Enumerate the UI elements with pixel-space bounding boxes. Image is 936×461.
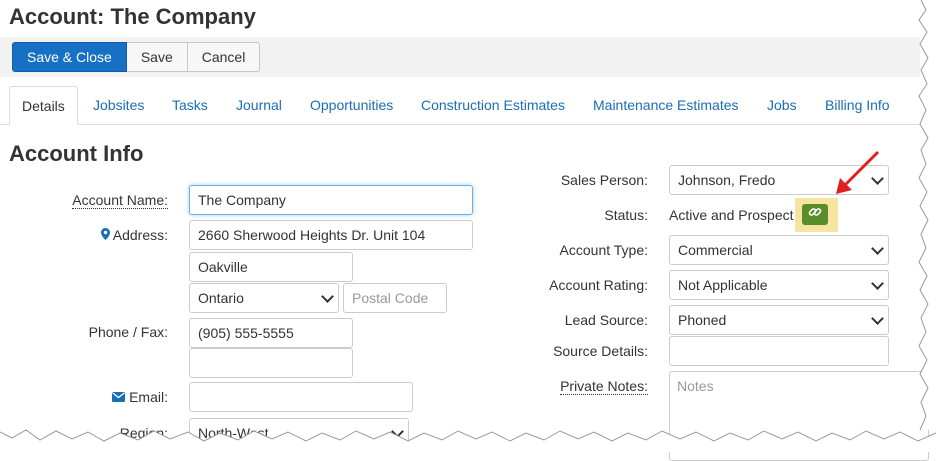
account-rating-label: Account Rating: (549, 277, 648, 293)
envelope-icon (112, 389, 129, 405)
tab-jobsites[interactable]: Jobsites (93, 86, 144, 124)
chevron-down-icon (321, 289, 334, 303)
private-notes-label: Private Notes: (560, 378, 648, 395)
source-details-input[interactable] (669, 336, 889, 366)
account-type-select[interactable]: Commercial (669, 235, 889, 265)
save-button[interactable]: Save (126, 42, 188, 72)
tab-details[interactable]: Details (9, 86, 78, 125)
status-link-button[interactable] (802, 204, 828, 225)
account-name-label: Account Name: (72, 192, 168, 209)
lead-source-label: Lead Source: (564, 312, 648, 328)
account-name-input[interactable]: The Company (189, 185, 473, 215)
tab-bar: Details Jobsites Tasks Journal Opportuni… (0, 86, 920, 125)
map-marker-icon (100, 227, 113, 243)
toolbar: Save & Close Save Cancel (0, 37, 920, 77)
annotation-arrow-icon (836, 150, 880, 194)
tab-journal[interactable]: Journal (236, 86, 282, 124)
postal-code-input[interactable]: Postal Code (343, 283, 447, 313)
tab-maintenance-estimates[interactable]: Maintenance Estimates (593, 86, 739, 124)
region-select[interactable]: North-West (189, 418, 409, 448)
tab-jobs[interactable]: Jobs (767, 86, 797, 124)
toolbar-button-group: Save & Close Save Cancel (12, 42, 261, 72)
source-details-label: Source Details: (553, 343, 648, 359)
phone-fax-label: Phone / Fax: (88, 324, 168, 340)
account-type-label: Account Type: (559, 242, 648, 258)
address-label: Address: (100, 227, 168, 243)
region-label: Region: (119, 425, 168, 442)
chevron-down-icon (871, 276, 884, 290)
chevron-down-icon (871, 311, 884, 325)
tab-billing-info[interactable]: Billing Info (825, 86, 890, 124)
cancel-button[interactable]: Cancel (187, 42, 261, 72)
link-icon (808, 205, 822, 224)
link-highlight (795, 198, 838, 232)
chevron-down-icon (391, 424, 404, 438)
private-notes-textarea[interactable]: Notes (669, 371, 929, 461)
tab-tasks[interactable]: Tasks (172, 86, 208, 124)
status-value: Active and Prospect (669, 207, 794, 223)
account-rating-select[interactable]: Not Applicable (669, 270, 889, 300)
province-select[interactable]: Ontario (189, 283, 339, 313)
sales-person-label: Sales Person: (560, 172, 648, 188)
tab-opportunities[interactable]: Opportunities (310, 86, 393, 124)
phone-input[interactable]: (905) 555-5555 (189, 318, 353, 348)
tab-construction-estimates[interactable]: Construction Estimates (421, 86, 565, 124)
status-label: Status: (604, 207, 648, 223)
chevron-down-icon (871, 241, 884, 255)
address-line-input[interactable]: 2660 Sherwood Heights Dr. Unit 104 (189, 220, 473, 250)
save-close-button[interactable]: Save & Close (12, 42, 127, 72)
city-input[interactable]: Oakville (189, 252, 353, 282)
lead-source-select[interactable]: Phoned (669, 305, 889, 335)
page-title: Account: The Company (9, 4, 256, 29)
email-input[interactable] (189, 382, 413, 412)
fax-input[interactable] (189, 348, 353, 378)
section-title: Account Info (9, 141, 144, 166)
email-label: Email: (112, 389, 168, 405)
